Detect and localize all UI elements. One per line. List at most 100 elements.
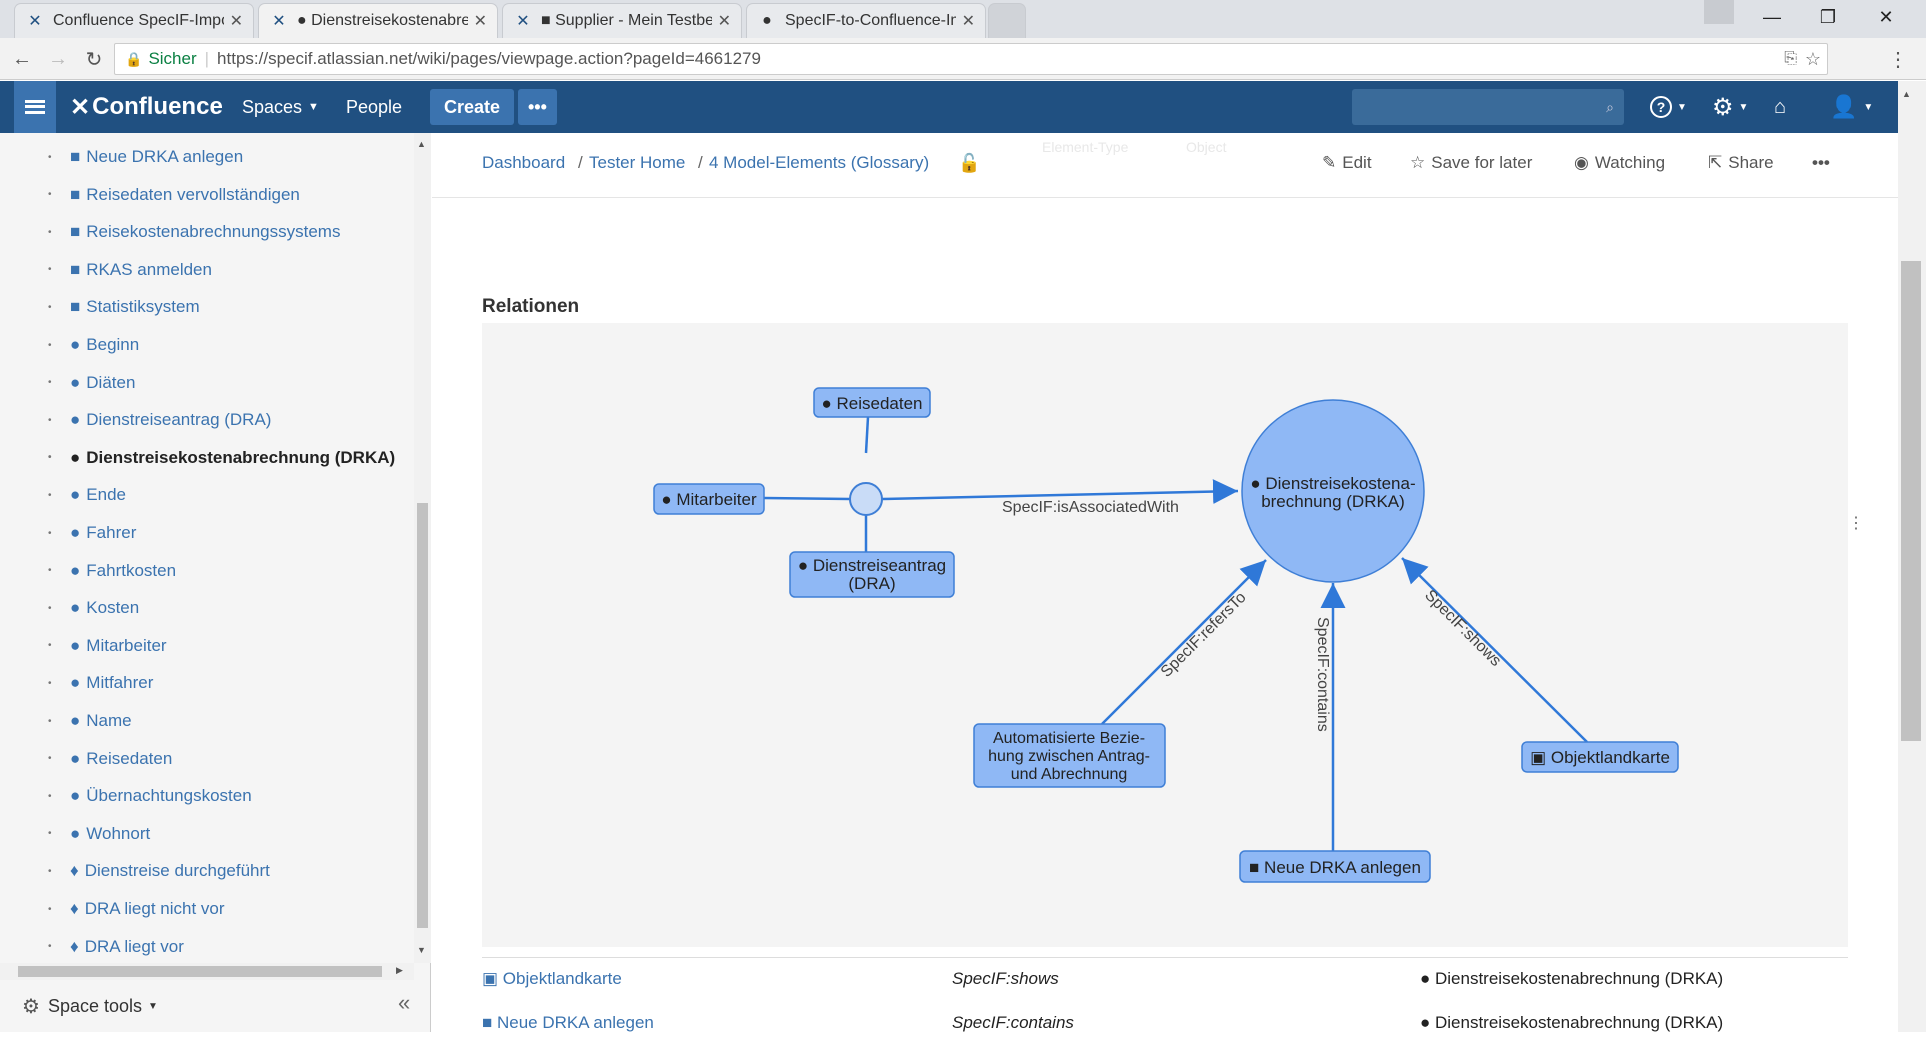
- scroll-up-icon[interactable]: ▲: [417, 139, 426, 149]
- relation-subject[interactable]: ▣ Objektlandkarte: [482, 969, 622, 989]
- sidebar-hscrollbar[interactable]: ▶: [0, 963, 414, 980]
- node-neue-drka[interactable]: ■ Neue DRKA anlegen: [1239, 850, 1431, 883]
- sidebar-item[interactable]: • ♦ DRA liegt vor: [48, 934, 184, 960]
- node-mitarbeiter[interactable]: ● Mitarbeiter: [653, 483, 765, 515]
- forward-icon[interactable]: →: [44, 46, 72, 72]
- translate-icon[interactable]: ⎘: [1784, 50, 1797, 68]
- breadcrumb-dashboard[interactable]: Dashboard: [482, 153, 565, 173]
- save-for-later-button[interactable]: ☆ Save for later: [1410, 153, 1532, 173]
- sidebar-item-label: Übernachtungskosten: [86, 786, 252, 806]
- sidebar-item[interactable]: • ● Übernachtungskosten: [48, 783, 252, 809]
- sidebar-item[interactable]: • ● Name: [48, 708, 132, 734]
- menu-icon[interactable]: ⋮: [1884, 46, 1912, 72]
- restore-icon[interactable]: ❐: [1800, 0, 1856, 34]
- svg-text:Automatisierte Bezie-: Automatisierte Bezie-: [993, 730, 1145, 747]
- edit-button[interactable]: ✎ Edit: [1322, 153, 1372, 173]
- create-more-button[interactable]: •••: [518, 89, 557, 125]
- tree-bullet: •: [48, 301, 52, 313]
- space-tools-button[interactable]: ⚙ Space tools ▼: [0, 980, 431, 1032]
- sidebar-scrollbar[interactable]: ▲ ▼: [414, 133, 431, 963]
- node-drka[interactable]: ● Dienstreisekostena- brechnung (DRKA): [1241, 399, 1425, 583]
- sidebar-item[interactable]: • ● Diäten: [48, 370, 135, 396]
- browser-tab[interactable]: ✕ ■ Supplier - Mein Testbe ✕: [502, 3, 742, 38]
- sidebar-item[interactable]: • ● Fahrtkosten: [48, 558, 176, 584]
- close-tab-icon[interactable]: ✕: [718, 11, 731, 31]
- sidebar-item[interactable]: • ● Dienstreisekostenabrechnung (DRKA): [48, 445, 395, 471]
- scroll-right-icon[interactable]: ▶: [396, 965, 403, 976]
- browser-tab[interactable]: ● SpecIF-to-Confluence-Im ✕: [746, 3, 986, 38]
- unlock-icon[interactable]: 🔓: [958, 153, 980, 174]
- sidebar-item[interactable]: • ● Dienstreiseantrag (DRA): [48, 407, 271, 433]
- sidebar-item[interactable]: • ● Mitarbeiter: [48, 633, 167, 659]
- sidebar-item[interactable]: • ● Ende: [48, 482, 126, 508]
- watching-button[interactable]: ◉ Watching: [1574, 153, 1665, 173]
- people-link[interactable]: People: [346, 81, 402, 133]
- sidebar-item[interactable]: • ♦ Dienstreise durchgeführt: [48, 858, 270, 884]
- notifications-icon[interactable]: ⌂: [1774, 81, 1786, 133]
- breadcrumb-tester-home[interactable]: Tester Home: [589, 153, 685, 173]
- sidebar-item[interactable]: • ■ Statistiksystem: [48, 294, 200, 320]
- node-objektlandkarte[interactable]: ▣ Objektlandkarte: [1521, 741, 1679, 773]
- confluence-logo[interactable]: ✕ Confluence: [70, 81, 223, 133]
- drag-handle[interactable]: ⋮: [1848, 513, 1864, 533]
- sidebar-scroll-thumb[interactable]: [417, 503, 428, 928]
- edge-label-associated: SpecIF:isAssociatedWith: [1002, 499, 1179, 516]
- more-actions-button[interactable]: •••: [1812, 153, 1830, 173]
- new-tab-button[interactable]: [988, 3, 1026, 38]
- sidebar-item-label: DRA liegt vor: [84, 936, 184, 956]
- browser-tab[interactable]: ✕ Confluence SpecIF-Impo ✕: [14, 3, 254, 38]
- sidebar-item[interactable]: • ■ Reisekostenabrechnungssystems: [48, 219, 340, 245]
- page-scrollbar[interactable]: ▲: [1898, 81, 1926, 1032]
- browser-tab-active[interactable]: ✕ ● Dienstreisekostenabrec ✕: [258, 3, 498, 38]
- section-title: Relationen: [482, 296, 580, 317]
- node-reisedaten[interactable]: ● Reisedaten: [813, 387, 931, 418]
- page-scroll-thumb[interactable]: [1901, 261, 1921, 741]
- node-dienstreiseantrag[interactable]: ● Dienstreiseantrag (DRA): [789, 551, 955, 598]
- search-input[interactable]: ⌕: [1352, 89, 1624, 125]
- svg-text:hung zwischen Antrag-: hung zwischen Antrag-: [988, 748, 1150, 765]
- url-field[interactable]: 🔒 Sicher | https://specif.atlassian.net/…: [114, 43, 1828, 75]
- tree-bullet: •: [48, 414, 52, 426]
- tree-bullet: •: [48, 941, 52, 953]
- sidebar-item[interactable]: • ♦ DRA liegt nicht vor: [48, 896, 225, 922]
- sidebar-item[interactable]: • ● Beginn: [48, 332, 139, 358]
- svg-text:■ Neue DRKA anlegen: ■ Neue DRKA anlegen: [1249, 858, 1421, 877]
- relation-subject[interactable]: ■ Neue DRKA anlegen: [482, 1013, 654, 1033]
- sidebar-item-label: Diäten: [86, 372, 136, 392]
- edge-label-refers: SpecIF:refersTo: [1158, 589, 1250, 681]
- minimize-icon[interactable]: —: [1744, 0, 1800, 34]
- type-bullet: ●: [70, 560, 81, 580]
- collapse-sidebar-button[interactable]: «: [398, 990, 410, 1016]
- sidebar-hscroll-thumb[interactable]: [18, 966, 382, 977]
- close-tab-icon[interactable]: ✕: [962, 11, 975, 31]
- close-window-icon[interactable]: ✕: [1858, 0, 1914, 34]
- sidebar-item[interactable]: • ● Mitfahrer: [48, 670, 153, 696]
- user-avatar-icon[interactable]: 👤 ▼: [1830, 81, 1873, 133]
- settings-gear-icon[interactable]: ⚙ ▼: [1712, 81, 1748, 133]
- share-button[interactable]: ⇱ Share: [1708, 153, 1774, 173]
- scroll-up-icon[interactable]: ▲: [1902, 89, 1911, 99]
- hamburger-icon[interactable]: [14, 81, 56, 133]
- sidebar-item[interactable]: • ■ RKAS anmelden: [48, 257, 212, 283]
- sidebar-item[interactable]: • ● Fahrer: [48, 520, 136, 546]
- sidebar-item[interactable]: • ● Kosten: [48, 595, 139, 621]
- create-button[interactable]: Create: [430, 89, 515, 125]
- svg-text:● Dienstreiseantrag: ● Dienstreiseantrag: [798, 556, 946, 575]
- sidebar-item-label: Wohnort: [86, 823, 151, 843]
- node-automatisierte-beziehung[interactable]: Automatisierte Bezie- hung zwischen Antr…: [973, 723, 1166, 788]
- sidebar-item[interactable]: • ● Reisedaten: [48, 746, 172, 772]
- sidebar-item[interactable]: • ■ Reisedaten vervollständigen: [48, 182, 300, 208]
- close-tab-icon[interactable]: ✕: [474, 11, 487, 31]
- reload-icon[interactable]: ↻: [80, 46, 108, 72]
- spaces-menu[interactable]: Spaces ▼: [242, 81, 319, 133]
- breadcrumb-model-elements[interactable]: 4 Model-Elements (Glossary): [709, 153, 929, 173]
- help-icon[interactable]: ? ▼: [1650, 81, 1687, 133]
- back-icon[interactable]: ←: [8, 46, 36, 72]
- sidebar-item[interactable]: • ● Wohnort: [48, 821, 150, 847]
- sidebar-item[interactable]: • ■ Neue DRKA anlegen: [48, 144, 243, 170]
- sidebar-item-label: Fahrer: [86, 523, 137, 542]
- profile-icon[interactable]: [1704, 0, 1734, 24]
- close-tab-icon[interactable]: ✕: [230, 11, 243, 31]
- star-icon[interactable]: ☆: [1805, 49, 1821, 70]
- scroll-down-icon[interactable]: ▼: [417, 945, 426, 955]
